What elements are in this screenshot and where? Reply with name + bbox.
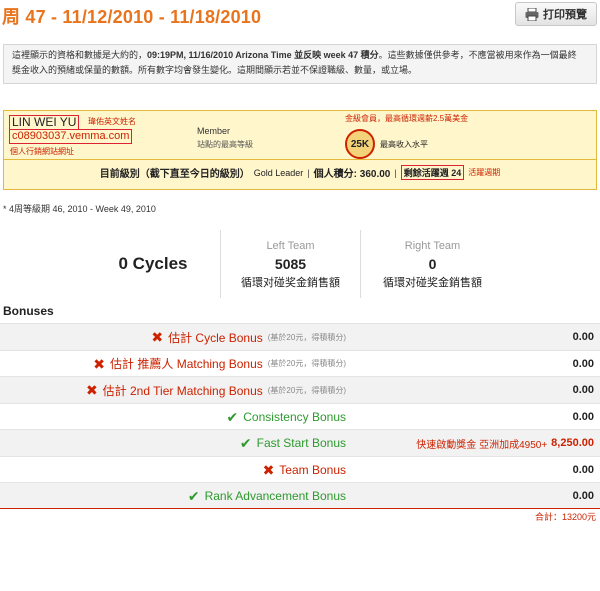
disclaimer-notice: 這裡顯示的資格和數據是大約的，09:19PM, 11/16/2010 Arizo… — [3, 44, 597, 84]
bonus-amount: 快速啟動獎金 亞洲加成4950+ 8,250.00 — [416, 437, 594, 451]
member-name: LIN WEI YU — [9, 115, 80, 130]
income-badge-note: 最高收入水平 — [380, 140, 428, 149]
bonus-row: ✔ Rank Advancement Bonus 0.00 — [0, 482, 600, 509]
weeks-remaining: 剩餘活躍週 24 — [400, 165, 465, 180]
bonuses-heading: Bonuses — [3, 304, 54, 318]
check-icon: ✔ — [187, 488, 200, 504]
fast-start-promo: 快速啟動獎金 亞洲加成4950+ — [416, 439, 548, 451]
left-team-stat: Left Team 5085 循環对碰奖金銷售額 — [220, 230, 361, 298]
rank-status-label: 目前級別（截下直至今日的級別） — [99, 169, 250, 180]
cross-icon: ✖ — [262, 461, 275, 478]
gold-member-note: 金級會員，最高循環週薪2.5萬美金 — [345, 114, 469, 123]
bonus-label: 估計 Cycle Bonus — [168, 330, 263, 345]
bonus-row: ✔ Fast Start Bonus 快速啟動獎金 亞洲加成4950+ 8,25… — [0, 429, 600, 456]
qualification-week-range: * 4周等級期 46, 2010 - Week 49, 2010 — [3, 204, 156, 214]
bonus-note: (基於20元，得積積分) — [267, 385, 346, 395]
right-team-value: 0 — [428, 256, 437, 272]
bonus-label: Consistency Bonus — [243, 409, 346, 424]
bonus-name: ✖ 估計 Cycle Bonus (基於20元，得積積分) — [151, 324, 346, 350]
left-team-label: Left Team — [266, 240, 315, 252]
bonus-label: 估計 推薦人 Matching Bonus — [110, 357, 263, 371]
bonus-name: ✖ 估計 推薦人 Matching Bonus (基於20元，得積積分) — [93, 351, 346, 377]
current-rank: Gold Leader — [253, 167, 304, 178]
check-icon: ✔ — [239, 435, 252, 451]
bonus-table: ✖ 估計 Cycle Bonus (基於20元，得積積分) 0.00 ✖ 估計 … — [0, 323, 600, 509]
bonus-amount: 0.00 — [572, 490, 594, 502]
check-icon: ✔ — [226, 408, 239, 425]
left-team-sub: 循環对碰奖金銷售額 — [241, 277, 340, 289]
bonus-amount: 0.00 — [572, 357, 594, 370]
right-team-stat: Right Team 0 循環对碰奖金銷售額 — [361, 230, 504, 298]
cross-icon: ✖ — [85, 382, 98, 398]
bonus-name: ✖ Team Bonus — [263, 457, 346, 483]
personal-points: 個人積分: 360.00 — [313, 169, 391, 180]
bonus-row: ✖ 估計 推薦人 Matching Bonus (基於20元，得積積分) 0.0… — [0, 349, 600, 377]
bonus-row: ✖ Team Bonus 0.00 — [0, 455, 600, 483]
bonus-amount: 0.00 — [572, 384, 594, 396]
status-separator-2: | — [394, 167, 397, 178]
page-header: 周 47 - 11/12/2010 - 11/18/2010 打印預覽 — [0, 0, 600, 34]
rank-status-bar: 目前級別（截下直至今日的級別） Gold Leader | 個人積分: 360.… — [4, 159, 596, 185]
page-title: 周 47 - 11/12/2010 - 11/18/2010 — [2, 7, 262, 27]
bonus-row: ✔ Consistency Bonus 0.00 — [0, 402, 600, 430]
print-preview-label: 打印預覽 — [543, 9, 587, 21]
bonus-name: ✔ Consistency Bonus — [227, 404, 346, 430]
left-team-value: 5085 — [274, 256, 307, 272]
print-preview-button[interactable]: 打印預覽 — [515, 2, 597, 26]
member-level: Member — [197, 126, 231, 136]
bonus-total: 合計：13200元 — [534, 512, 596, 522]
status-separator: | — [307, 167, 310, 178]
bonus-amount: 0.00 — [572, 463, 594, 476]
bonus-note: (基於20元，得積積分) — [267, 332, 346, 342]
cycles-value: 0 Cycles — [118, 254, 188, 273]
cycles-stat: 0 Cycles — [86, 230, 220, 298]
income-badge-icon: 25K — [345, 129, 375, 159]
bonus-note: (基於20元，得積積分) — [267, 359, 346, 368]
bonus-label: Team Bonus — [279, 462, 346, 477]
bonus-name: ✔ Fast Start Bonus — [240, 430, 346, 456]
member-site-link[interactable]: c08903037.vemma.com — [9, 129, 133, 144]
weeks-remaining-note: 活躍週期 — [468, 168, 501, 177]
right-team-label: Right Team — [404, 240, 461, 252]
member-level-note: 站點的最高等級 — [197, 140, 253, 149]
right-team-sub: 循環对碰奖金銷售額 — [383, 277, 482, 289]
bonus-name: ✖ 估計 2nd Tier Matching Bonus (基於20元，得積積分… — [86, 377, 346, 403]
bonus-amount: 0.00 — [572, 410, 594, 423]
cross-icon: ✖ — [93, 355, 106, 372]
bonus-name: ✔ Rank Advancement Bonus — [188, 483, 346, 509]
notice-line-2: 獎金收入的預緒或保量的數額。所有數字均會發生變化。這期間顯示若並不保證職級、數量… — [12, 65, 418, 75]
bonus-row: ✖ 估計 2nd Tier Matching Bonus (基於20元，得積積分… — [0, 376, 600, 403]
cycle-stats: 0 Cycles Left Team 5085 循環对碰奖金銷售額 Right … — [86, 230, 504, 298]
member-info-panel: LIN WEI YU 瑋佑英文姓名 c08903037.vemma.com 個人… — [3, 110, 597, 190]
bonus-row: ✖ 估計 Cycle Bonus (基於20元，得積積分) 0.00 — [0, 323, 600, 350]
bonus-label: 估計 2nd Tier Matching Bonus — [102, 383, 263, 398]
bonus-amount: 0.00 — [572, 331, 594, 343]
member-site-note: 個人行銷網站網址 — [10, 147, 74, 156]
printer-icon — [525, 7, 539, 21]
cross-icon: ✖ — [151, 329, 164, 345]
bonus-label: Rank Advancement Bonus — [204, 489, 346, 503]
bonus-label: Fast Start Bonus — [256, 436, 346, 450]
member-name-note: 瑋佑英文姓名 — [88, 117, 136, 126]
notice-line-1: 這裡顯示的資格和數據是大約的，09:19PM, 11/16/2010 Arizo… — [12, 50, 577, 60]
